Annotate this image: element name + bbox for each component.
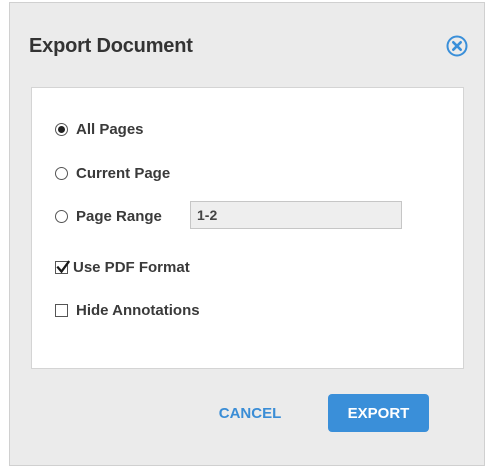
use-pdf-checkbox[interactable] (55, 260, 71, 274)
export-dialog: Export Document All Pages Current Page P… (9, 2, 485, 466)
options-panel: All Pages Current Page Page Range Use PD… (31, 87, 464, 369)
cancel-button[interactable]: CANCEL (205, 395, 295, 431)
current-page-option[interactable]: Current Page (55, 165, 170, 182)
current-page-radio[interactable] (55, 167, 68, 180)
close-icon[interactable] (446, 35, 468, 57)
page-range-label: Page Range (76, 208, 162, 225)
current-page-label: Current Page (76, 165, 171, 182)
page-range-option[interactable]: Page Range (55, 208, 162, 225)
dialog-title: Export Document (29, 35, 193, 57)
hide-annotations-option[interactable]: Hide Annotations (55, 302, 200, 319)
page-range-input[interactable] (190, 201, 402, 229)
use-pdf-option[interactable]: Use PDF Format (55, 259, 190, 276)
hide-annotations-label: Hide Annotations (76, 302, 200, 319)
use-pdf-label: Use PDF Format (73, 259, 190, 276)
export-button[interactable]: EXPORT (328, 394, 429, 432)
all-pages-radio[interactable] (55, 123, 68, 136)
hide-annotations-checkbox[interactable] (55, 304, 68, 317)
page-range-radio[interactable] (55, 210, 68, 223)
all-pages-label: All Pages (76, 121, 144, 138)
check-icon (56, 260, 71, 274)
all-pages-option[interactable]: All Pages (55, 121, 144, 138)
